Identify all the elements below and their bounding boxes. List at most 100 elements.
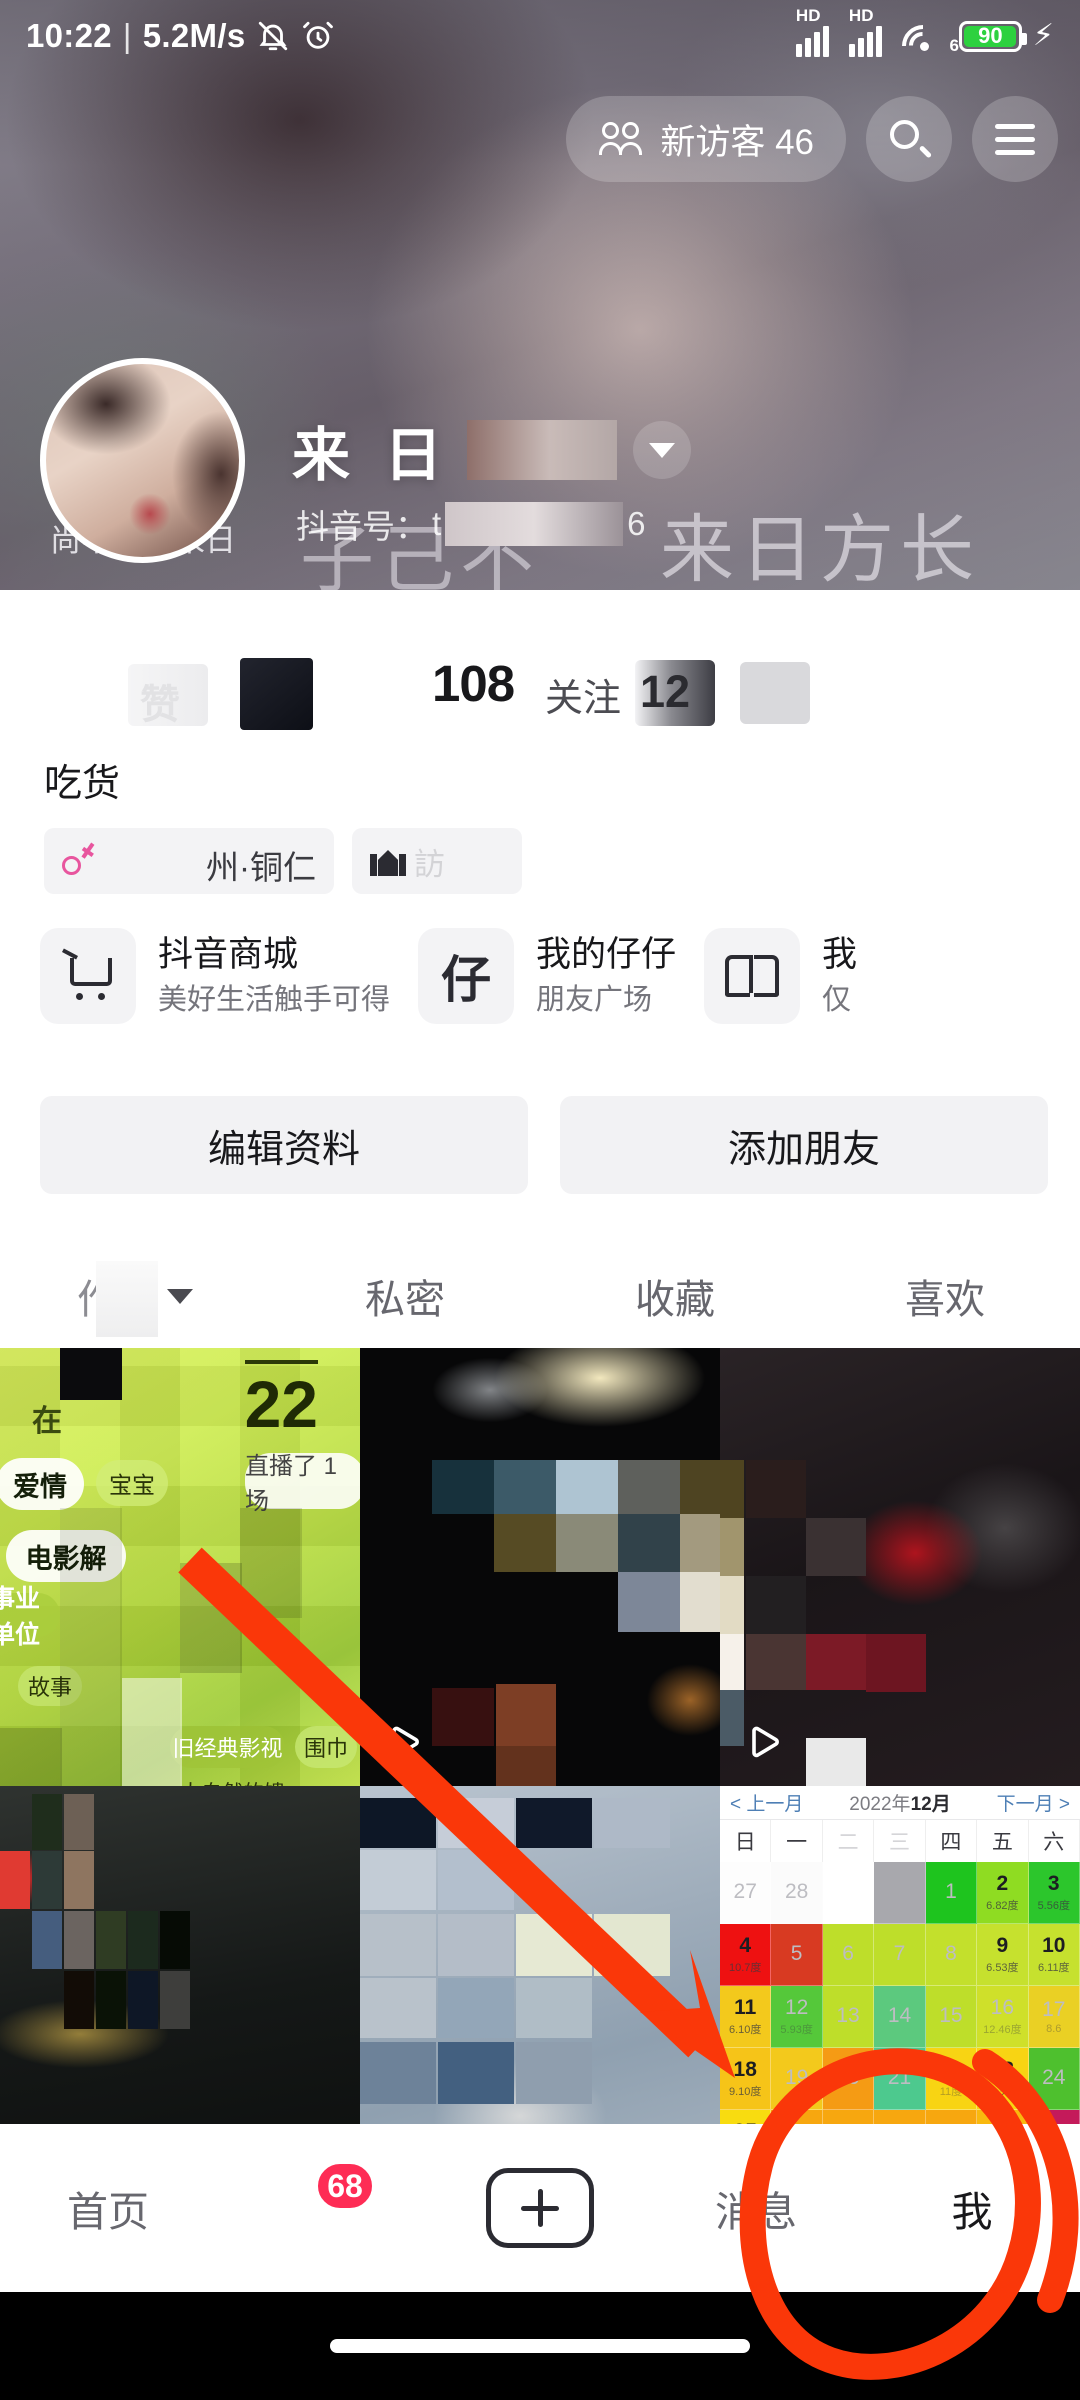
menu-button[interactable] — [972, 96, 1058, 182]
calendar-day-2-2[interactable]: 13 — [822, 1986, 875, 2048]
calendar-day-number: 18 — [733, 2058, 757, 2081]
calendar-day-2-3[interactable]: 14 — [874, 1986, 926, 2048]
calendar-day-value: 5.93度 — [780, 2024, 813, 2036]
bottom-navigation-bar: 首页 68 消息 我 — [0, 2124, 1080, 2292]
grid-item-1-chip-4: 事业单位 — [0, 1585, 60, 1649]
calendar-day-2-4[interactable]: 15 — [925, 1986, 978, 2048]
douyin-id-row[interactable]: 抖音号： t 6 — [296, 500, 646, 548]
service-card-zaizai[interactable]: 仔 我的仔仔 朋友广场 — [418, 928, 676, 1024]
cover-bg-text-right: 来日方长 — [660, 508, 980, 590]
calendar-day-2-5[interactable]: 16 12.46度 — [977, 1986, 1029, 2048]
calendar-day-3-1[interactable]: 19 — [771, 2048, 823, 2110]
calendar-weekday-header: 日一二三四五六 — [720, 1820, 1080, 1862]
status-bar-left: 10:22 | 5.2M/s — [26, 17, 335, 55]
calendar-day-3-6[interactable]: 24 — [1028, 2048, 1080, 2110]
new-visitors-button[interactable]: 新访客 46 — [566, 96, 846, 182]
service-card-mall[interactable]: 抖音商城 美好生活触手可得 — [40, 928, 390, 1024]
grid-item-1-chip-2: 直播了 1 场 — [245, 1453, 360, 1515]
tab-private[interactable]: 私密 — [270, 1267, 540, 1325]
alarm-clock-icon — [301, 19, 335, 53]
content-tabs: 作品 私密 收藏 喜欢 — [0, 1248, 1080, 1344]
calendar-day-number: 15 — [939, 2004, 963, 2027]
calendar-day-1-6[interactable]: 10 6.11度 — [1028, 1924, 1080, 1986]
battery-percent-label: 90 — [978, 23, 1003, 48]
calendar-day-number: 17 — [1042, 1998, 1066, 2021]
calendar-day-value: 10.7度 — [729, 1962, 762, 1974]
service-card-third-title: 我 — [822, 934, 858, 974]
gender-location-tag[interactable]: 州·铜仁 — [44, 828, 334, 894]
calendar-day-1-0[interactable]: 4 10.7度 — [720, 1924, 772, 1986]
nav-item-messages[interactable]: 消息 — [648, 2178, 864, 2238]
home-indicator — [330, 2339, 750, 2353]
grid-item-3[interactable] — [720, 1348, 1080, 1786]
status-bar-right: HD HD 6 90 ⚡ — [795, 7, 1054, 76]
search-button[interactable] — [866, 96, 952, 182]
calendar-day-3-5[interactable]: 23 12.39度 — [977, 2048, 1029, 2110]
hometown-tag[interactable]: 訪 — [352, 828, 522, 894]
stat-value-masked-3: 12 — [640, 666, 691, 717]
calendar-day-2-6[interactable]: 17 8.6 — [1028, 1986, 1080, 2048]
tab-works[interactable]: 作品 — [0, 1261, 270, 1337]
signal-bars-sim2-icon: HD — [848, 7, 891, 57]
calendar-day-0-4[interactable]: 1 — [925, 1862, 978, 1924]
grid-item-1[interactable]: 22 在 爱情 宝宝 直播了 1 场 电影解 事业单位 故事 旧经典影视 围巾 … — [0, 1348, 360, 1786]
calendar-day-number: 16 — [990, 1996, 1015, 2019]
calendar-day-number: 7 — [893, 1942, 906, 1965]
calendar-day-number: 13 — [836, 2004, 860, 2027]
tab-likes[interactable]: 喜欢 — [810, 1267, 1080, 1325]
calendar-year: 2022年 — [849, 1794, 911, 1815]
douyin-id-label: 抖音号： — [296, 508, 428, 545]
grid-item-1-chip-6: 旧经典影视 — [170, 1726, 285, 1768]
edit-profile-button[interactable]: 编辑资料 — [40, 1096, 528, 1194]
calendar-day-1-5[interactable]: 9 6.53度 — [977, 1924, 1029, 1986]
calendar-day-1-4[interactable]: 8 — [925, 1924, 978, 1986]
grid-item-1-chip-7: 围巾 — [295, 1726, 357, 1768]
calendar-prev-month-button[interactable]: < 上一月 — [730, 1789, 803, 1816]
service-card-mall-subtitle: 美好生活触手可得 — [158, 983, 391, 1016]
stat-masked-4[interactable] — [740, 662, 810, 724]
calendar-day-value: 12.39度 — [983, 2086, 1022, 2098]
calendar-day-0-2[interactable] — [822, 1862, 875, 1924]
service-card-third[interactable]: 我 仅 — [704, 928, 857, 1024]
calendar-day-number: 6 — [842, 1942, 854, 1965]
calendar-day-0-6[interactable]: 3 5.56度 — [1028, 1862, 1080, 1924]
avatar[interactable] — [40, 358, 245, 563]
calendar-dow-4: 四 — [926, 1820, 978, 1862]
nav-item-create[interactable] — [432, 2168, 648, 2248]
page-title: 来 日 — [292, 423, 452, 488]
plus-icon — [486, 2168, 594, 2248]
profile-name-row[interactable]: 来 日 — [292, 408, 692, 492]
calendar-day-0-1[interactable]: 28 — [771, 1862, 823, 1924]
calendar-day-number: 20 — [836, 2066, 860, 2089]
calendar-day-1-3[interactable]: 7 — [874, 1924, 926, 1986]
stat-masked-2[interactable] — [240, 658, 313, 730]
calendar-day-3-4[interactable]: 22 11度 — [925, 2048, 978, 2110]
calendar-day-2-0[interactable]: 11 6.10度 — [720, 1986, 772, 2048]
calendar-day-number: 11 — [734, 1996, 757, 2019]
douyin-id-prefix: t — [432, 505, 442, 542]
calendar-next-month-button[interactable]: 下一月 > — [997, 1789, 1070, 1816]
tab-favorites[interactable]: 收藏 — [540, 1267, 810, 1325]
profile-dropdown-button[interactable] — [633, 421, 692, 479]
nav-item-me[interactable]: 我 — [864, 2178, 1080, 2238]
calendar-day-number: 19 — [784, 2066, 809, 2089]
calendar-day-2-1[interactable]: 12 5.93度 — [771, 1986, 823, 2048]
nav-avatar: 68 — [274, 2158, 376, 2258]
profile-bio[interactable]: 吃货 — [44, 752, 120, 807]
calendar-day-1-1[interactable]: 5 — [771, 1924, 823, 1986]
calendar-day-value: 6.82度 — [986, 1900, 1019, 1912]
calendar-dow-0: 日 — [720, 1820, 772, 1862]
grid-item-2[interactable] — [360, 1348, 720, 1786]
add-friend-button[interactable]: 添加朋友 — [560, 1096, 1048, 1194]
calendar-day-0-0[interactable]: 27 — [720, 1862, 772, 1924]
calendar-day-0-3[interactable] — [874, 1862, 926, 1924]
calendar-day-3-3[interactable]: 21 — [874, 2048, 926, 2110]
calendar-day-3-2[interactable]: 20 — [822, 2048, 875, 2110]
calendar-day-1-2[interactable]: 6 — [822, 1924, 875, 1986]
stat-label-masked-1: 赞 — [140, 683, 180, 727]
nav-item-friends[interactable]: 68 — [216, 2158, 432, 2258]
calendar-day-3-0[interactable]: 18 9.10度 — [720, 2048, 772, 2110]
battery-icon: 90 — [958, 20, 1027, 52]
nav-item-home[interactable]: 首页 — [0, 2178, 216, 2238]
calendar-day-0-5[interactable]: 2 6.82度 — [977, 1862, 1029, 1924]
